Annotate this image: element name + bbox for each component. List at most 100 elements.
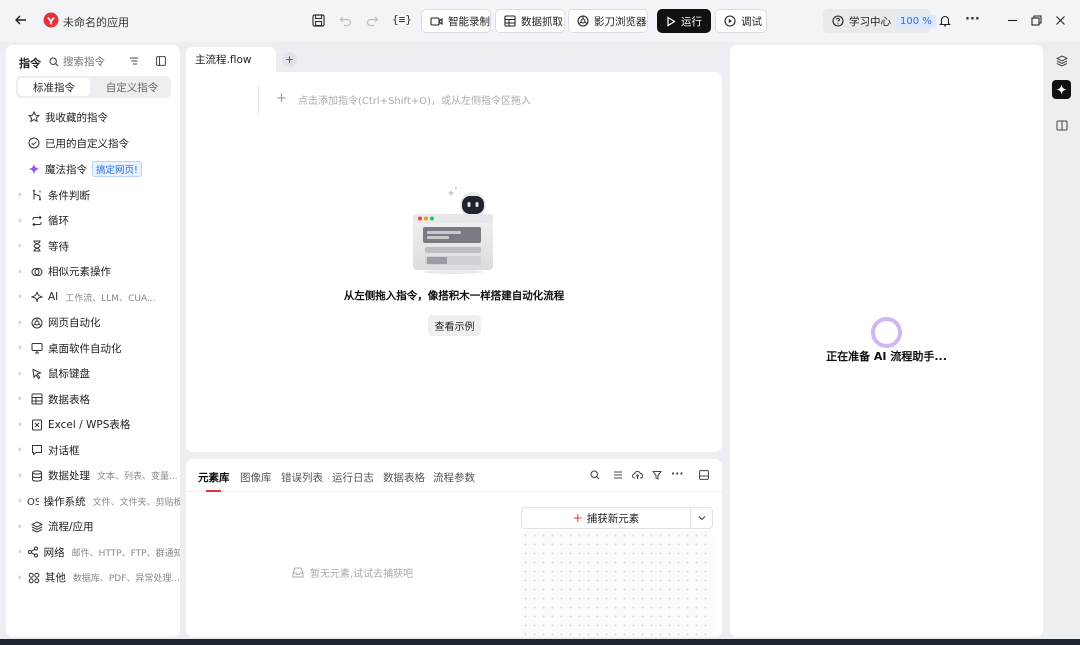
data-capture-label: 数据抓取 <box>521 15 563 28</box>
more-icon[interactable]: ··· <box>671 467 684 480</box>
debug-button[interactable]: 调试 <box>715 9 767 33</box>
learning-center-button[interactable]: 学习中心 100 % <box>823 9 936 33</box>
cloud-upload-icon[interactable] <box>632 470 643 480</box>
run-button[interactable]: 运行 <box>657 9 711 33</box>
bottom-tab[interactable]: 数据表格 <box>383 470 425 485</box>
tab-main-flow[interactable]: 主流程.flow <box>186 47 276 72</box>
tab-custom-instructions[interactable]: 自定义指令 <box>96 78 168 96</box>
sidebar-item-category[interactable]: › 其他 数据库、PDF、异常处理... <box>18 568 180 588</box>
undo-icon[interactable] <box>339 14 352 27</box>
debug-icon <box>724 15 736 27</box>
ai-icon <box>31 291 43 303</box>
sidebar-item-subtitle: 工作流、LLM、CUA... <box>65 293 156 304</box>
view-example-button[interactable]: 查看示例 <box>428 315 481 336</box>
smart-record-label: 智能录制 <box>448 15 490 28</box>
sidebar-item-category[interactable]: › 鼠标键盘 <box>18 364 180 384</box>
chevron-right-icon: › <box>18 419 22 430</box>
sidebar-item-category[interactable]: › 等待 <box>18 236 180 256</box>
smart-record-button[interactable]: 智能录制 <box>421 9 491 33</box>
help-icon <box>832 15 844 27</box>
book-icon[interactable] <box>1056 120 1068 131</box>
variables-icon[interactable]: {≡} <box>392 13 412 26</box>
sidebar-item-label: 其他 <box>44 572 66 584</box>
sidebar-item-label: 对话框 <box>48 444 80 457</box>
back-icon[interactable] <box>14 13 28 27</box>
add-instruction-icon[interactable]: + <box>276 91 287 106</box>
sidebar-item-category[interactable]: › 循环 <box>18 211 180 231</box>
add-instruction-hint[interactable]: 点击添加指令(Ctrl+Shift+O)，或从左侧指令区拖入 <box>298 92 531 107</box>
svg-text:OS: OS <box>27 497 39 507</box>
flow-editor[interactable]: + 点击添加指令(Ctrl+Shift+O)，或从左侧指令区拖入 从左侧拖入指令… <box>186 72 722 452</box>
sort-icon[interactable] <box>129 56 139 66</box>
sidebar-item-label: 数据处理 <box>48 470 90 482</box>
sidebar-item-category[interactable]: › 条件判断 <box>18 185 180 205</box>
chevron-right-icon: › <box>18 521 22 532</box>
sidebar-item-category[interactable]: › 数据处理 文本、列表、变量... <box>18 466 180 486</box>
sidebar-item-favorites[interactable]: 我收藏的指令 <box>28 107 190 127</box>
bottom-tab[interactable]: 图像库 <box>240 470 272 485</box>
search-icon[interactable] <box>590 470 600 480</box>
chevron-right-icon: › <box>18 241 22 251</box>
sidebar-item-label: AI <box>48 291 59 303</box>
save-icon[interactable] <box>312 14 325 27</box>
database-icon <box>31 469 43 482</box>
layers-icon <box>31 520 43 533</box>
desktop-icon <box>31 342 43 354</box>
browser-button[interactable]: 影刀浏览器 <box>568 9 648 33</box>
sidebar-item-category[interactable]: › Excel / WPS表格 <box>18 415 180 435</box>
filter-icon[interactable] <box>652 470 662 480</box>
restore-icon[interactable] <box>1031 15 1042 26</box>
sidebar-item-category[interactable]: › OS 操作系统 文件、文件夹、剪贴板 <box>18 491 180 511</box>
sidebar-item-category[interactable]: › 桌面软件自动化 <box>18 338 180 358</box>
add-tab-icon[interactable]: + <box>282 52 297 67</box>
sidebar-item-magic[interactable]: 魔法指令 搞定网页! <box>28 159 190 179</box>
grid-icon <box>28 572 40 584</box>
tab-standard-instructions[interactable]: 标准指令 <box>18 78 90 96</box>
sidebar-item-label: 操作系统 <box>43 495 86 508</box>
sidebar-item-category[interactable]: › AI 工作流、LLM、CUA... <box>18 287 180 307</box>
sidebar-item-category[interactable]: › 相似元素操作 <box>18 262 180 282</box>
bottom-tab[interactable]: 运行日志 <box>332 470 374 485</box>
chevron-right-icon: › <box>18 368 22 379</box>
search-icon <box>49 57 59 67</box>
sidebar-item-category[interactable]: › 数据表格 <box>18 389 180 409</box>
more-icon[interactable]: ··· <box>965 12 980 27</box>
bell-icon[interactable] <box>939 14 951 27</box>
collapse-sidebar-icon[interactable] <box>156 56 166 66</box>
bottom-tab[interactable]: 错误列表 <box>281 470 323 485</box>
sidebar-item-category[interactable]: › 对话框 <box>18 440 180 460</box>
chevron-down-icon <box>698 515 706 521</box>
sidebar-item-used-custom[interactable]: 已用的自定义指令 <box>28 133 190 153</box>
empty-elements: 暂无元素,试试去捕获吧 <box>292 565 413 580</box>
search-input[interactable] <box>63 56 127 68</box>
data-capture-button[interactable]: 数据抓取 <box>495 9 565 33</box>
list-icon[interactable] <box>613 470 623 480</box>
sidebar-item-subtitle: 数据库、PDF、异常处理... <box>72 574 180 584</box>
similar-icon <box>31 266 43 278</box>
sidebar-item-category[interactable]: › 流程/应用 <box>18 517 180 537</box>
sidebar-item-category[interactable]: › 网页自动化 <box>18 313 180 333</box>
branch-icon <box>31 189 43 201</box>
bottom-tab[interactable]: 元素库 <box>198 470 230 485</box>
sidebar-item-category[interactable]: › 网络 邮件、HTTP、FTP、群通知 <box>18 542 180 562</box>
taskbar-strip <box>0 639 1080 645</box>
app-title[interactable]: 未命名的应用 <box>63 14 129 30</box>
dialog-icon <box>31 444 43 456</box>
bottom-tab[interactable]: 流程参数 <box>433 470 475 485</box>
debug-label: 调试 <box>741 15 762 28</box>
minimize-icon[interactable] <box>1007 15 1018 26</box>
ai-assistant-toggle[interactable] <box>1052 80 1071 99</box>
chevron-right-icon: › <box>18 496 22 506</box>
panel-toggle-icon[interactable] <box>699 470 709 480</box>
redo-icon[interactable] <box>366 14 379 27</box>
capture-element-button[interactable]: + 捕获新元素 <box>521 507 691 529</box>
sidebar-item-label: 已用的自定义指令 <box>45 137 129 150</box>
search-box[interactable] <box>49 54 129 70</box>
empty-state-title: 从左侧拖入指令，像搭积木一样搭建自动化流程 <box>343 290 565 302</box>
close-icon[interactable] <box>1055 15 1066 26</box>
layers-icon[interactable] <box>1056 55 1068 67</box>
browser-icon <box>31 317 43 329</box>
capture-dropdown-button[interactable] <box>691 507 713 529</box>
sidebar-item-label: 鼠标键盘 <box>48 368 90 380</box>
instruction-sidebar: 指令 标准指令 自定义指令 我收藏的指令 已用的自定义指令 魔法指令 搞定网页!… <box>6 45 180 637</box>
